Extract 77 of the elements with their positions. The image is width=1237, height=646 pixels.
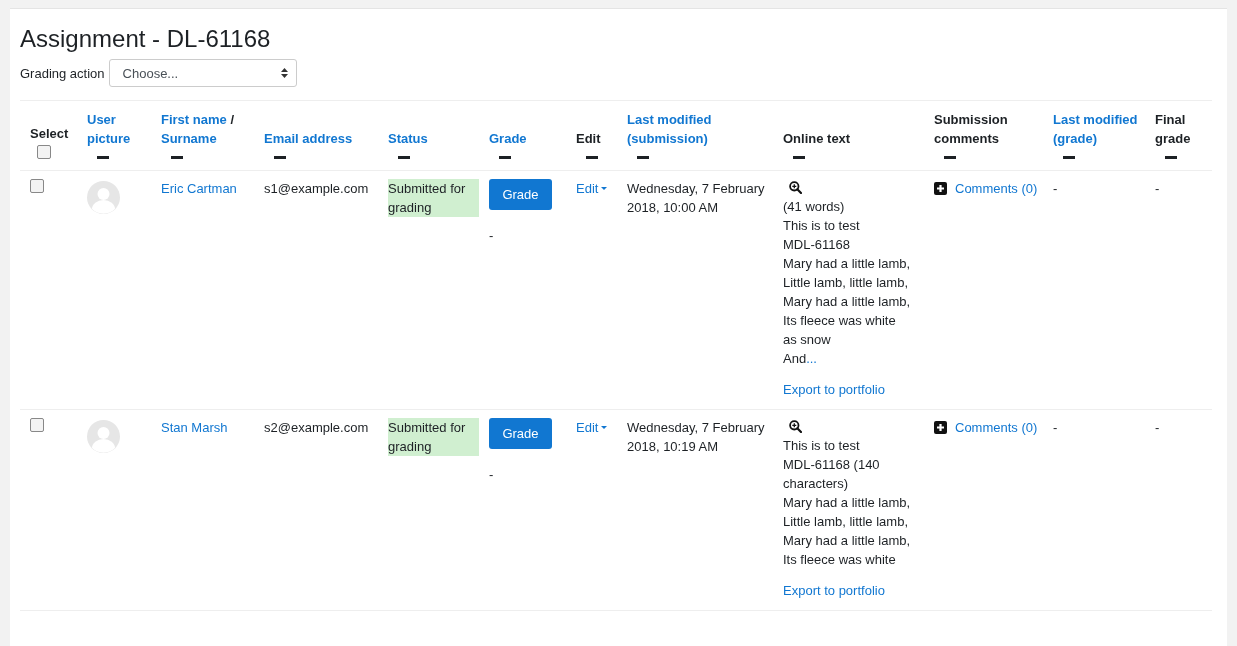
grade-value: -: [489, 466, 495, 484]
grade-modified-text: -: [1053, 181, 1058, 196]
online-text-line: Mary had a little lamb,: [783, 256, 911, 271]
user-name-link[interactable]: Stan Marsh: [161, 420, 228, 435]
collapse-column-icon[interactable]: [499, 156, 511, 159]
sort-arrows-icon: [280, 68, 288, 78]
online-text-line: Little lamb, little lamb,: [783, 275, 908, 290]
avatar-icon: [87, 181, 120, 214]
export-link[interactable]: Export to portfolio: [783, 380, 885, 399]
grading-action-select[interactable]: Choose...: [108, 59, 297, 87]
email-text: s1@example.com: [264, 181, 369, 196]
status-badge: Submitted for grading: [388, 179, 479, 217]
online-text-line: as snow: [783, 332, 831, 347]
grade-modified-text: -: [1053, 420, 1058, 435]
sort-link[interactable]: Last modified (grade): [1053, 110, 1145, 148]
column-header: Final grade: [1155, 111, 1192, 148]
select-all-checkbox[interactable]: [37, 145, 51, 159]
email-text: s2@example.com: [264, 420, 369, 435]
collapse-column-icon[interactable]: [793, 156, 805, 159]
modified-date: Wednesday, 7 February 2018, 10:19 AM: [627, 420, 765, 454]
sort-link[interactable]: Grade: [489, 129, 527, 148]
plus-icon[interactable]: [934, 421, 947, 434]
sort-link[interactable]: First name: [161, 112, 227, 127]
collapse-column-icon[interactable]: [398, 156, 410, 159]
online-text-line: Mary had a little lamb,: [783, 495, 911, 510]
online-text-line: Little lamb, little lamb,: [783, 514, 908, 529]
separator: /: [230, 112, 234, 127]
collapse-column-icon[interactable]: [274, 156, 286, 159]
collapse-column-icon[interactable]: [1165, 156, 1177, 159]
status-badge: Submitted for grading: [388, 418, 479, 456]
online-text-line: Its fleece was white: [783, 552, 896, 567]
sort-link[interactable]: User picture: [87, 110, 151, 148]
sort-link[interactable]: Email address: [264, 129, 353, 148]
read-more-link[interactable]: ...: [806, 351, 817, 366]
online-text-line: And: [783, 351, 807, 366]
online-text-line: (41 words): [783, 199, 845, 214]
final-grade-text: -: [1155, 181, 1160, 196]
column-header: Edit: [576, 130, 601, 148]
sort-link[interactable]: Surname: [161, 131, 217, 146]
grade-value: -: [489, 227, 495, 245]
grading-action-label: Grading action: [20, 64, 105, 83]
row-checkbox[interactable]: [30, 418, 44, 432]
online-text-line: Mary had a little lamb,: [783, 533, 911, 548]
sort-link[interactable]: Status: [388, 129, 428, 148]
online-text-line: This is to test: [783, 438, 860, 453]
collapse-column-icon[interactable]: [637, 156, 649, 159]
modified-date: Wednesday, 7 February 2018, 10:00 AM: [627, 181, 765, 215]
online-text-line: Its fleece was white: [783, 313, 896, 328]
comments-link[interactable]: Comments (0): [955, 418, 1038, 437]
collapse-column-icon[interactable]: [586, 156, 598, 159]
column-header: Select: [30, 125, 69, 143]
collapse-column-icon[interactable]: [97, 156, 109, 159]
edit-menu-link[interactable]: Edit: [576, 179, 608, 198]
final-grade-text: -: [1155, 420, 1160, 435]
avatar-icon: [87, 420, 120, 453]
edit-menu-link[interactable]: Edit: [576, 418, 608, 437]
collapse-column-icon[interactable]: [171, 156, 183, 159]
plus-icon[interactable]: [934, 182, 947, 195]
collapse-column-icon[interactable]: [1063, 156, 1075, 159]
user-name-link[interactable]: Eric Cartman: [161, 181, 237, 196]
export-link[interactable]: Export to portfolio: [783, 581, 885, 600]
sort-link[interactable]: Last modified (submission): [627, 110, 773, 148]
online-text-line: Mary had a little lamb,: [783, 294, 911, 309]
column-header: Online text: [783, 130, 851, 148]
online-text-line: MDL-61168: [783, 237, 850, 252]
online-text-line: This is to test: [783, 218, 860, 233]
page-title: Assignment - DL-61168: [20, 24, 272, 54]
zoom-in-icon[interactable]: [789, 420, 802, 433]
zoom-in-icon[interactable]: [789, 181, 802, 194]
online-text-line: characters): [783, 476, 849, 491]
row-checkbox[interactable]: [30, 179, 44, 193]
column-header: Submission comments: [934, 111, 1009, 148]
grade-button[interactable]: Grade: [489, 418, 552, 449]
grade-button[interactable]: Grade: [489, 179, 552, 210]
comments-link[interactable]: Comments (0): [955, 179, 1038, 198]
collapse-column-icon[interactable]: [944, 156, 956, 159]
online-text-line: MDL-61168 (140: [783, 457, 880, 472]
